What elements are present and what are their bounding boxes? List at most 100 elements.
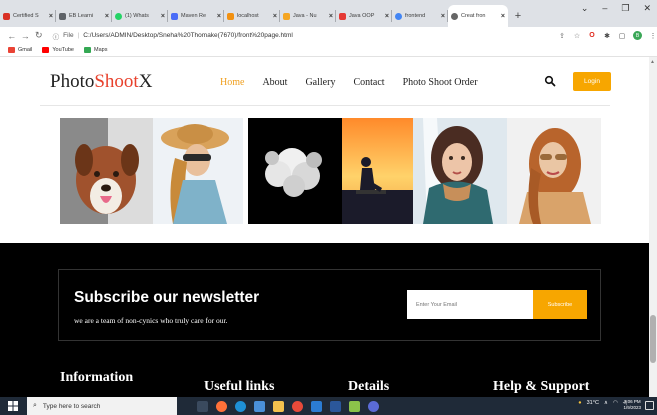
tab-close-icon[interactable]: × (105, 13, 109, 20)
browser-tab[interactable]: Maven Re × (168, 5, 224, 27)
taskbar-apps (197, 400, 379, 412)
taskbar-search-icon: ⌕ (33, 402, 37, 409)
task-view-icon[interactable] (197, 400, 208, 412)
tab-favicon-icon (283, 12, 290, 20)
side-panel-icon[interactable]: ▢ (618, 32, 626, 40)
bookmark-youtube[interactable]: YouTube (42, 47, 74, 53)
app-notepad-icon[interactable] (349, 400, 360, 412)
reload-icon[interactable]: ↻ (33, 30, 45, 41)
nav-gallery[interactable]: Gallery (305, 77, 335, 88)
tab-search-icon[interactable]: ⌄ (581, 3, 589, 14)
browser-tab[interactable]: Certified S × (0, 5, 56, 27)
scrollbar-thumb[interactable] (650, 315, 656, 363)
footer-heading-help-support: Help & Support (493, 379, 590, 394)
temperature-label[interactable]: 31°C (587, 400, 599, 406)
page-scrollbar[interactable]: ▲ (649, 57, 657, 397)
taskbar-clock[interactable]: 3:06 PM 1/9/2023 (623, 399, 641, 411)
browser-menu-icon[interactable]: ⋮ (649, 32, 657, 40)
tab-favicon-icon (59, 12, 66, 20)
tab-close-icon[interactable]: × (161, 13, 165, 20)
app-mail-icon[interactable] (311, 400, 322, 412)
system-tray: ● 31°C ∧ ◠ ◁ (578, 400, 627, 406)
tab-close-icon[interactable]: × (441, 13, 445, 20)
browser-tab[interactable]: frontend × (392, 5, 448, 27)
extensions-puzzle-icon[interactable]: ✱ (603, 32, 611, 40)
tab-favicon-icon (115, 12, 122, 20)
nav-home[interactable]: Home (220, 77, 244, 88)
newsletter-title: Subscribe our newsletter (74, 289, 260, 306)
cloud-photo[interactable] (248, 118, 342, 224)
url-field[interactable]: ⓘ File | C:/Users/ADMIN/Desktop/Sneha%20… (53, 29, 552, 43)
scroll-up-icon[interactable]: ▲ (650, 59, 655, 65)
weather-icon[interactable]: ● (578, 400, 581, 406)
tab-close-icon[interactable]: × (217, 13, 221, 20)
bookmarks-bar: Gmail YouTube Maps (0, 44, 657, 57)
login-button[interactable]: Login (573, 72, 611, 91)
tab-favicon-icon (395, 12, 402, 20)
windows-start-icon[interactable] (5, 397, 21, 415)
footer-heading-useful-links: Useful links (204, 379, 275, 394)
browser-tab[interactable]: (1) Whats × (112, 5, 168, 27)
url-text: C:/Users/ADMIN/Desktop/Sneha%20Thomake(7… (83, 32, 293, 39)
tab-favicon-icon (227, 12, 234, 20)
minimize-icon[interactable]: – (602, 3, 607, 14)
profile-avatar[interactable]: B (633, 31, 643, 40)
browser-tab[interactable]: Java - Nu × (280, 5, 336, 27)
notification-icon[interactable] (645, 401, 654, 410)
browser-tab-active[interactable]: Creat fron × (448, 5, 508, 27)
maximize-icon[interactable]: ❐ (621, 3, 629, 14)
browser-tab[interactable]: localhost × (224, 5, 280, 27)
woman-sunglasses-photo[interactable] (507, 118, 601, 224)
gmail-icon (8, 47, 15, 53)
back-arrow-icon[interactable]: ← (6, 31, 18, 41)
extension-opera-icon[interactable]: O (588, 32, 596, 40)
app-chrome-icon[interactable] (292, 400, 303, 412)
info-icon[interactable]: ⓘ (53, 31, 60, 41)
app-edge-icon[interactable] (235, 400, 246, 412)
search-icon[interactable] (544, 75, 556, 87)
share-icon[interactable]: ⇪ (558, 32, 566, 40)
newsletter-subtitle: we are a team of non-cynics who truly ca… (74, 316, 228, 325)
browser-tab[interactable]: EB Learni × (56, 5, 112, 27)
main-nav: Home About Gallery Contact Photo Shoot O… (220, 77, 496, 88)
browser-tab[interactable]: Java OOP × (336, 5, 392, 27)
app-firefox-icon[interactable] (216, 400, 227, 412)
nav-contact[interactable]: Contact (353, 77, 384, 88)
nav-about[interactable]: About (262, 77, 287, 88)
app-explorer-icon[interactable] (273, 400, 284, 412)
dog-photo[interactable] (60, 118, 153, 224)
window-controls: ⌄ – ❐ ✕ (581, 3, 651, 14)
site-logo[interactable]: PhotoShootX (50, 71, 152, 93)
footer-heading-information: Information (60, 370, 134, 385)
youtube-icon (42, 47, 50, 53)
app-word-icon[interactable] (330, 400, 341, 412)
windows-taskbar: ⌕ Type here to search ● 31°C ∧ ◠ ◁ 3:06 … (0, 397, 657, 415)
forward-arrow-icon[interactable]: → (20, 31, 32, 41)
network-icon[interactable]: ◠ (613, 400, 618, 406)
woman-hat-photo[interactable] (153, 118, 243, 224)
footer-heading-details: Details (348, 379, 390, 394)
url-divider: | (77, 32, 80, 39)
tab-close-icon[interactable]: × (329, 13, 333, 20)
app-store-icon[interactable] (254, 400, 265, 412)
nav-photo-shoot-order[interactable]: Photo Shoot Order (403, 77, 478, 88)
bookmark-gmail[interactable]: Gmail (8, 47, 32, 53)
tab-close-icon[interactable]: × (501, 13, 505, 20)
sunset-silhouette-photo[interactable] (342, 118, 413, 224)
bookmark-star-icon[interactable]: ☆ (573, 32, 581, 40)
tab-close-icon[interactable]: × (273, 13, 277, 20)
app-settings-icon[interactable] (368, 400, 379, 412)
bookmark-maps[interactable]: Maps (84, 47, 107, 53)
tab-close-icon[interactable]: × (49, 13, 53, 20)
footer-section: Subscribe our newsletter we are a team o… (0, 243, 649, 397)
tab-close-icon[interactable]: × (385, 13, 389, 20)
close-window-icon[interactable]: ✕ (643, 3, 651, 14)
tab-favicon-icon (339, 12, 346, 20)
tray-chevron-icon[interactable]: ∧ (604, 400, 608, 406)
subscribe-button[interactable]: Subscribe (533, 290, 587, 319)
new-tab-button[interactable]: + (508, 5, 528, 27)
taskbar-search[interactable]: ⌕ Type here to search (27, 397, 177, 415)
woman-snow-photo[interactable] (413, 118, 507, 224)
tab-favicon-icon (451, 12, 458, 20)
email-input[interactable] (407, 290, 533, 319)
